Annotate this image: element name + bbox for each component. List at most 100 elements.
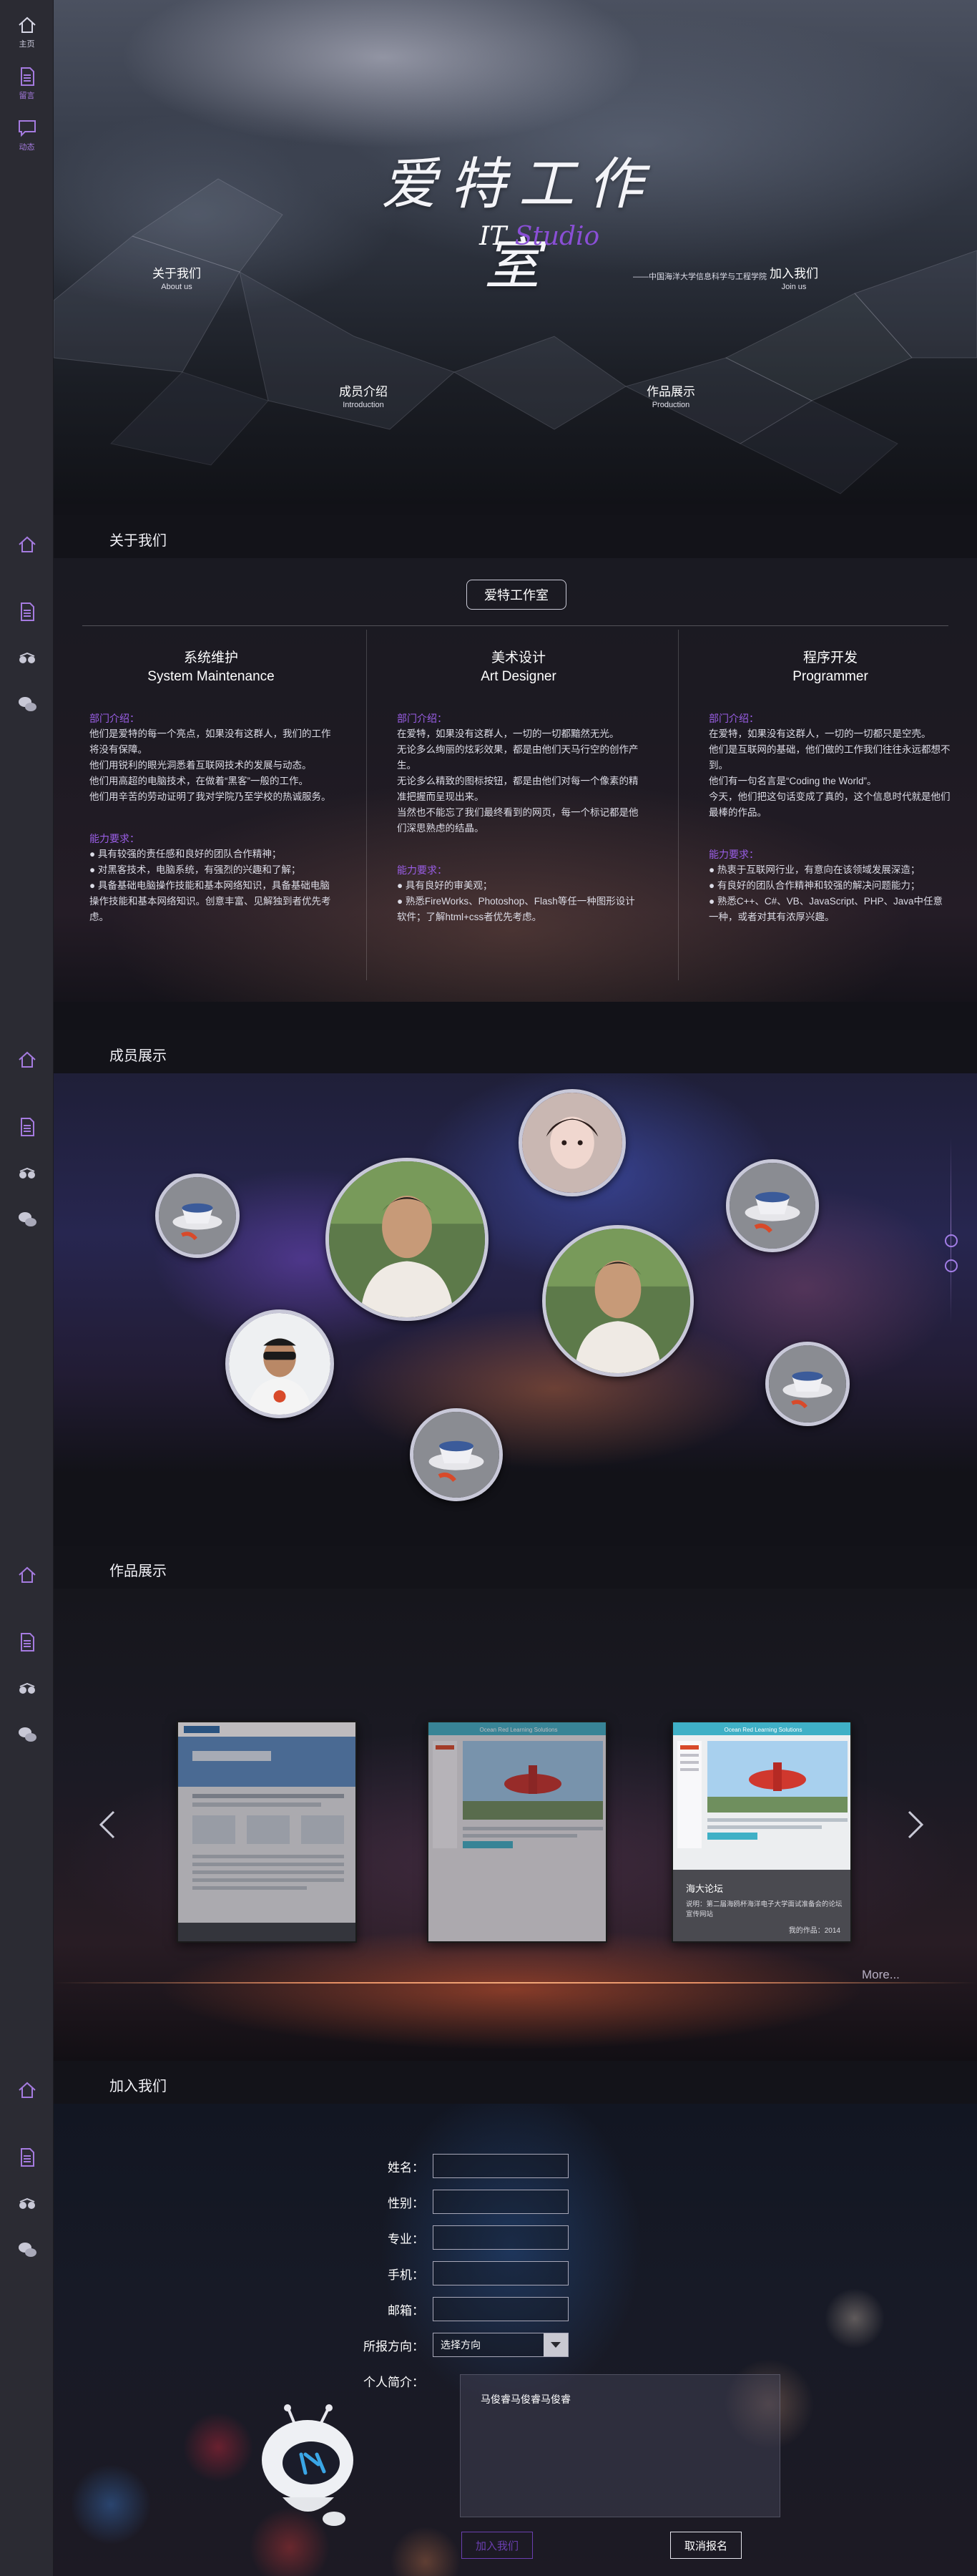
weibo-icon [19, 1682, 35, 1694]
sidebar-wechat[interactable] [0, 2228, 54, 2272]
dept-req-line: ● 具备基础电脑操作技能和基本网络知识，具备基础电脑操作技能和基本网络知识。创意… [89, 880, 331, 922]
about-section: 爱特工作室 系统维护 System Maintenance 部门介绍： 他们是爱… [54, 558, 977, 1002]
home-icon [18, 1051, 36, 1068]
dept-req-line: ● 有良好的团队合作精神和较强的解决问题能力； [709, 880, 920, 891]
members-section-header: 成员展示 [54, 1030, 977, 1073]
sidebar-works-group [0, 1549, 54, 1757]
form-row-gender: 性别： [340, 2190, 569, 2214]
document-icon [20, 67, 34, 86]
sidebar-document[interactable] [0, 586, 54, 638]
submit-button[interactable]: 加入我们 [461, 2532, 533, 2559]
work-card[interactable]: Ocean Red Learning Solutions [427, 1721, 607, 1943]
sidebar-home[interactable] [0, 1549, 54, 1601]
dept-req-heading: 能力要求： [89, 833, 139, 844]
sidebar-about-group [0, 519, 54, 726]
hero-subtitle-it: IT [479, 222, 515, 251]
sidebar-document[interactable] [0, 1101, 54, 1153]
wechat-icon [18, 1212, 36, 1226]
hero-title: 爱特工作室 [381, 152, 656, 297]
dept-intro-line: 在爱特，如果没有这群人，一切的一切都黯然无光。 [397, 728, 619, 739]
studio-button[interactable]: 爱特工作室 [466, 580, 566, 610]
sidebar-weibo[interactable] [0, 638, 54, 682]
hero-nav-label: 作品展示 [647, 385, 695, 399]
member-avatar-teacup[interactable] [410, 1408, 503, 1501]
dept-intro-line: 他们用高超的电脑技术，在做着“黑客”一般的工作。 [89, 776, 308, 786]
divider [82, 625, 948, 626]
member-photo [546, 1229, 690, 1373]
prev-arrow-button[interactable] [93, 1803, 122, 1846]
field-label: 所报方向： [363, 2339, 424, 2353]
hero-nav-members[interactable]: 成员介绍 Introduction [313, 381, 413, 409]
work-title: 海大论坛 [686, 1883, 724, 1894]
chevron-right-icon [908, 1810, 924, 1839]
robot-mascot [262, 2404, 353, 2526]
member-avatar-photo[interactable] [325, 1158, 488, 1321]
next-arrow-button[interactable] [901, 1803, 930, 1846]
cancel-button[interactable]: 取消报名 [670, 2532, 742, 2559]
hero-nav-join[interactable]: 加入我们 Join us [744, 263, 844, 291]
hero-subtitle-studio: Studio [514, 222, 600, 251]
sidebar-document[interactable] [0, 1616, 54, 1668]
hero-nav-works[interactable]: 作品展示 Production [621, 381, 721, 409]
sidebar: 主页 留言 动态 [0, 0, 54, 2576]
chevron-down-icon [551, 2342, 561, 2348]
dept-intro-heading: 部门介绍： [709, 713, 759, 724]
dept-column-maintenance: 系统维护 System Maintenance 部门介绍： 他们是爱特的每一个亮… [68, 630, 354, 987]
form-row-intro: 个人简介： [340, 2372, 433, 2390]
field-label: 性别： [388, 2196, 424, 2210]
sidebar-item-message[interactable]: 留言 [0, 57, 54, 109]
column-divider [366, 630, 367, 980]
more-link[interactable]: More... [862, 1968, 900, 1982]
email-field[interactable] [433, 2297, 569, 2321]
sidebar-home[interactable] [0, 2064, 54, 2116]
member-avatar-teacup[interactable] [726, 1159, 819, 1252]
home-icon [18, 1566, 36, 1583]
pager-dot[interactable] [945, 1234, 958, 1247]
join-section-header: 加入我们 [54, 2061, 977, 2104]
direction-select-value: 选择方向 [441, 2339, 481, 2351]
dept-req-line: ● 具有良好的审美观； [397, 880, 493, 891]
work-card-featured[interactable]: Ocean Red Learning Solutions 海大论坛 说明：第二届… [672, 1721, 852, 1943]
dept-title-zh: 系统维护 [183, 650, 238, 665]
pager-dot[interactable] [945, 1259, 958, 1272]
sidebar-item-news[interactable]: 动态 [0, 109, 54, 160]
sidebar-wechat[interactable] [0, 1197, 54, 1241]
intro-textarea[interactable]: 马俊睿马俊睿马俊睿 [460, 2374, 780, 2517]
name-input[interactable] [433, 2154, 569, 2178]
sidebar-home[interactable] [0, 1034, 54, 1085]
phone-input[interactable] [433, 2261, 569, 2285]
member-avatar-teacup[interactable] [765, 1342, 850, 1426]
work-thumbnail: Ocean Red Learning Solutions [428, 1722, 606, 1941]
wechat-icon [18, 1727, 36, 1742]
sidebar-weibo[interactable] [0, 1153, 54, 1197]
dept-intro-line: 他们有一句名言是“Coding the World”。 [709, 776, 877, 786]
work-card[interactable] [177, 1721, 357, 1943]
direction-select[interactable]: 选择方向 [433, 2333, 569, 2357]
member-avatar-photo[interactable] [225, 1309, 334, 1418]
member-avatar-teacup[interactable] [155, 1174, 240, 1258]
work-description: 说明：第二届海鸥杯海洋电子大学面试准备会的论坛宣传网站 [686, 1901, 843, 1918]
major-input[interactable] [433, 2225, 569, 2250]
gender-input[interactable] [433, 2190, 569, 2214]
horizon-glow [54, 1982, 977, 1984]
sidebar-item-home[interactable]: 主页 [0, 6, 54, 57]
section-title: 作品展示 [109, 1563, 167, 1579]
dept-intro-line: 他们用辛苦的劳动证明了我对学院乃至学校的热诚服务。 [89, 791, 331, 802]
home-icon [18, 2082, 36, 2098]
hero-nav-about[interactable]: 关于我们 About us [127, 263, 227, 291]
sidebar-document[interactable] [0, 2132, 54, 2183]
sidebar-weibo[interactable] [0, 2183, 54, 2228]
member-avatar-photo[interactable] [542, 1225, 694, 1377]
sidebar-weibo[interactable] [0, 1668, 54, 1712]
weibo-icon [19, 2197, 35, 2209]
dept-intro-line: 他们是互联网的基础，他们做的工作我们往往永远都想不到。 [709, 744, 951, 771]
sidebar-home[interactable] [0, 519, 54, 570]
sidebar-wechat[interactable] [0, 682, 54, 726]
section-title: 成员展示 [109, 1048, 167, 1064]
dept-column-programmer: 程序开发 Programmer 部门介绍： 在爱特，如果没有这群人，一切的一切都… [687, 630, 973, 987]
member-avatar-photo[interactable] [519, 1089, 626, 1196]
section-title: 关于我们 [109, 533, 167, 549]
dropdown-button[interactable] [544, 2333, 568, 2356]
work-meta: 我的作品：2014 [788, 1927, 840, 1935]
sidebar-wechat[interactable] [0, 1712, 54, 1757]
